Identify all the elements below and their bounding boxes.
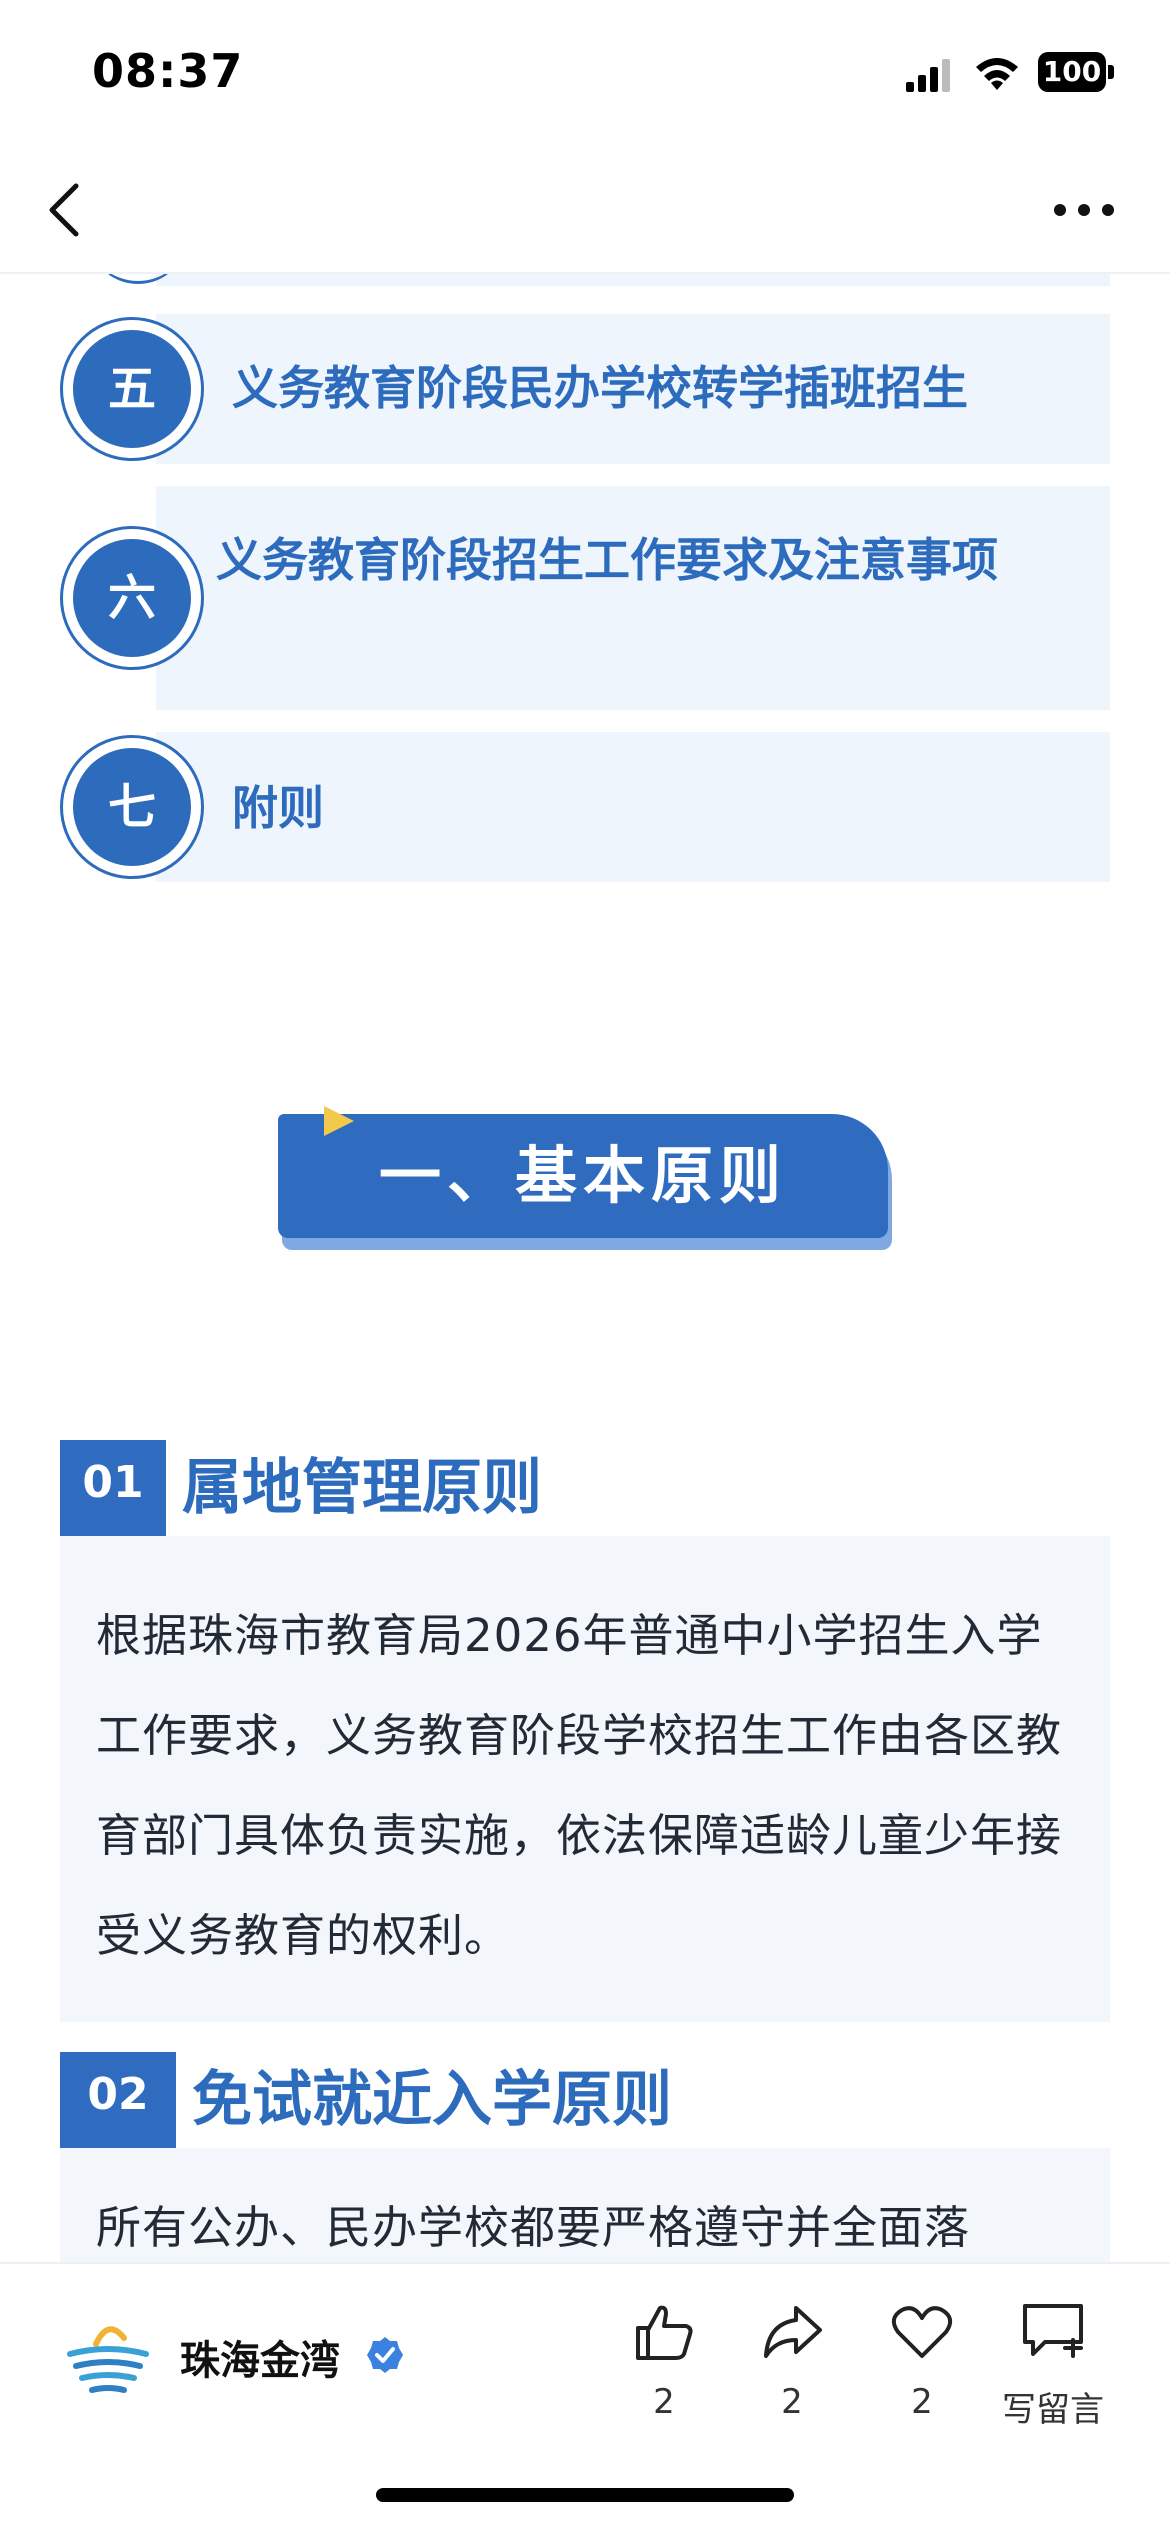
principle-heading: 02 免试就近入学原则 [60, 2052, 1110, 2148]
verified-badge-icon [367, 2337, 403, 2373]
write-comment-button[interactable]: 写留言 [990, 2300, 1116, 2430]
like-button[interactable]: 2 [604, 2300, 724, 2430]
like-count: 2 [653, 2382, 675, 2422]
share-arrow-icon [764, 2306, 822, 2358]
toc-item[interactable]: 五 义务教育阶段民办学校转学插班招生 [60, 314, 1110, 464]
nav-bar [0, 140, 1170, 274]
principle-number: 01 [60, 1440, 166, 1536]
principle-number: 02 [60, 2052, 176, 2148]
principle-text: 根据珠海市教育局2026年普通中小学招生入学工作要求，义务教育阶段学校招生工作由… [96, 1609, 1063, 1962]
comment-add-icon [1023, 2304, 1083, 2358]
share-button[interactable]: 2 [732, 2300, 852, 2430]
back-arrow-icon[interactable] [40, 180, 94, 240]
toc-number-badge: 五 [60, 317, 204, 461]
toc-item[interactable]: 六 义务教育阶段招生工作要求及注意事项 [60, 486, 1110, 710]
section-title: 一、基本原则 [278, 1114, 888, 1238]
battery-level: 100 [1038, 52, 1106, 92]
favorite-button[interactable]: 2 [862, 2300, 982, 2430]
principle-text: 所有公办、民办学校都要严格遵守并全面落 [96, 2201, 971, 2254]
principle-title: 免试就近入学原则 [192, 2065, 672, 2135]
write-comment-label: 写留言 [1002, 2390, 1104, 2430]
toc-item-label: 义务教育阶段招生工作要求及注意事项 [216, 533, 998, 587]
flag-decoration-icon [324, 1106, 354, 1136]
favorite-count: 2 [911, 2382, 933, 2422]
section-heading: 一、基本原则 [278, 1104, 892, 1254]
heart-icon [891, 2306, 953, 2358]
battery-icon: 100 [1038, 52, 1114, 92]
home-indicator [376, 2488, 794, 2502]
thumbs-up-icon [636, 2305, 693, 2360]
toc-item-partial [156, 274, 1110, 286]
status-time: 08:37 [92, 44, 244, 98]
more-options-icon[interactable] [1052, 198, 1116, 222]
bottom-action-bar: 珠海金湾 2 2 2 写留言 [0, 2262, 1170, 2532]
account-name[interactable]: 珠海金湾 [180, 2328, 340, 2386]
principle-heading: 01 属地管理原则 [60, 1440, 1110, 1536]
status-bar: 08:37 100 [0, 0, 1170, 140]
toc-item-label: 附则 [232, 781, 324, 835]
principle-body: 根据珠海市教育局2026年普通中小学招生入学工作要求，义务教育阶段学校招生工作由… [60, 1536, 1110, 2022]
account-logo-icon[interactable] [66, 2314, 150, 2398]
toc-item-label: 义务教育阶段民办学校转学插班招生 [232, 361, 968, 415]
toc-number-badge: 七 [60, 735, 204, 879]
toc-number-badge: 六 [60, 526, 204, 670]
toc-item[interactable]: 七 附则 [60, 732, 1110, 882]
cellular-signal-icon [906, 59, 950, 92]
principle-body: 所有公办、民办学校都要严格遵守并全面落 [60, 2148, 1110, 2262]
article-content: 五 义务教育阶段民办学校转学插班招生 六 义务教育阶段招生工作要求及注意事项 七… [0, 274, 1170, 2262]
principle-title: 属地管理原则 [182, 1453, 542, 1523]
share-count: 2 [781, 2382, 803, 2422]
wifi-icon [976, 58, 1018, 90]
